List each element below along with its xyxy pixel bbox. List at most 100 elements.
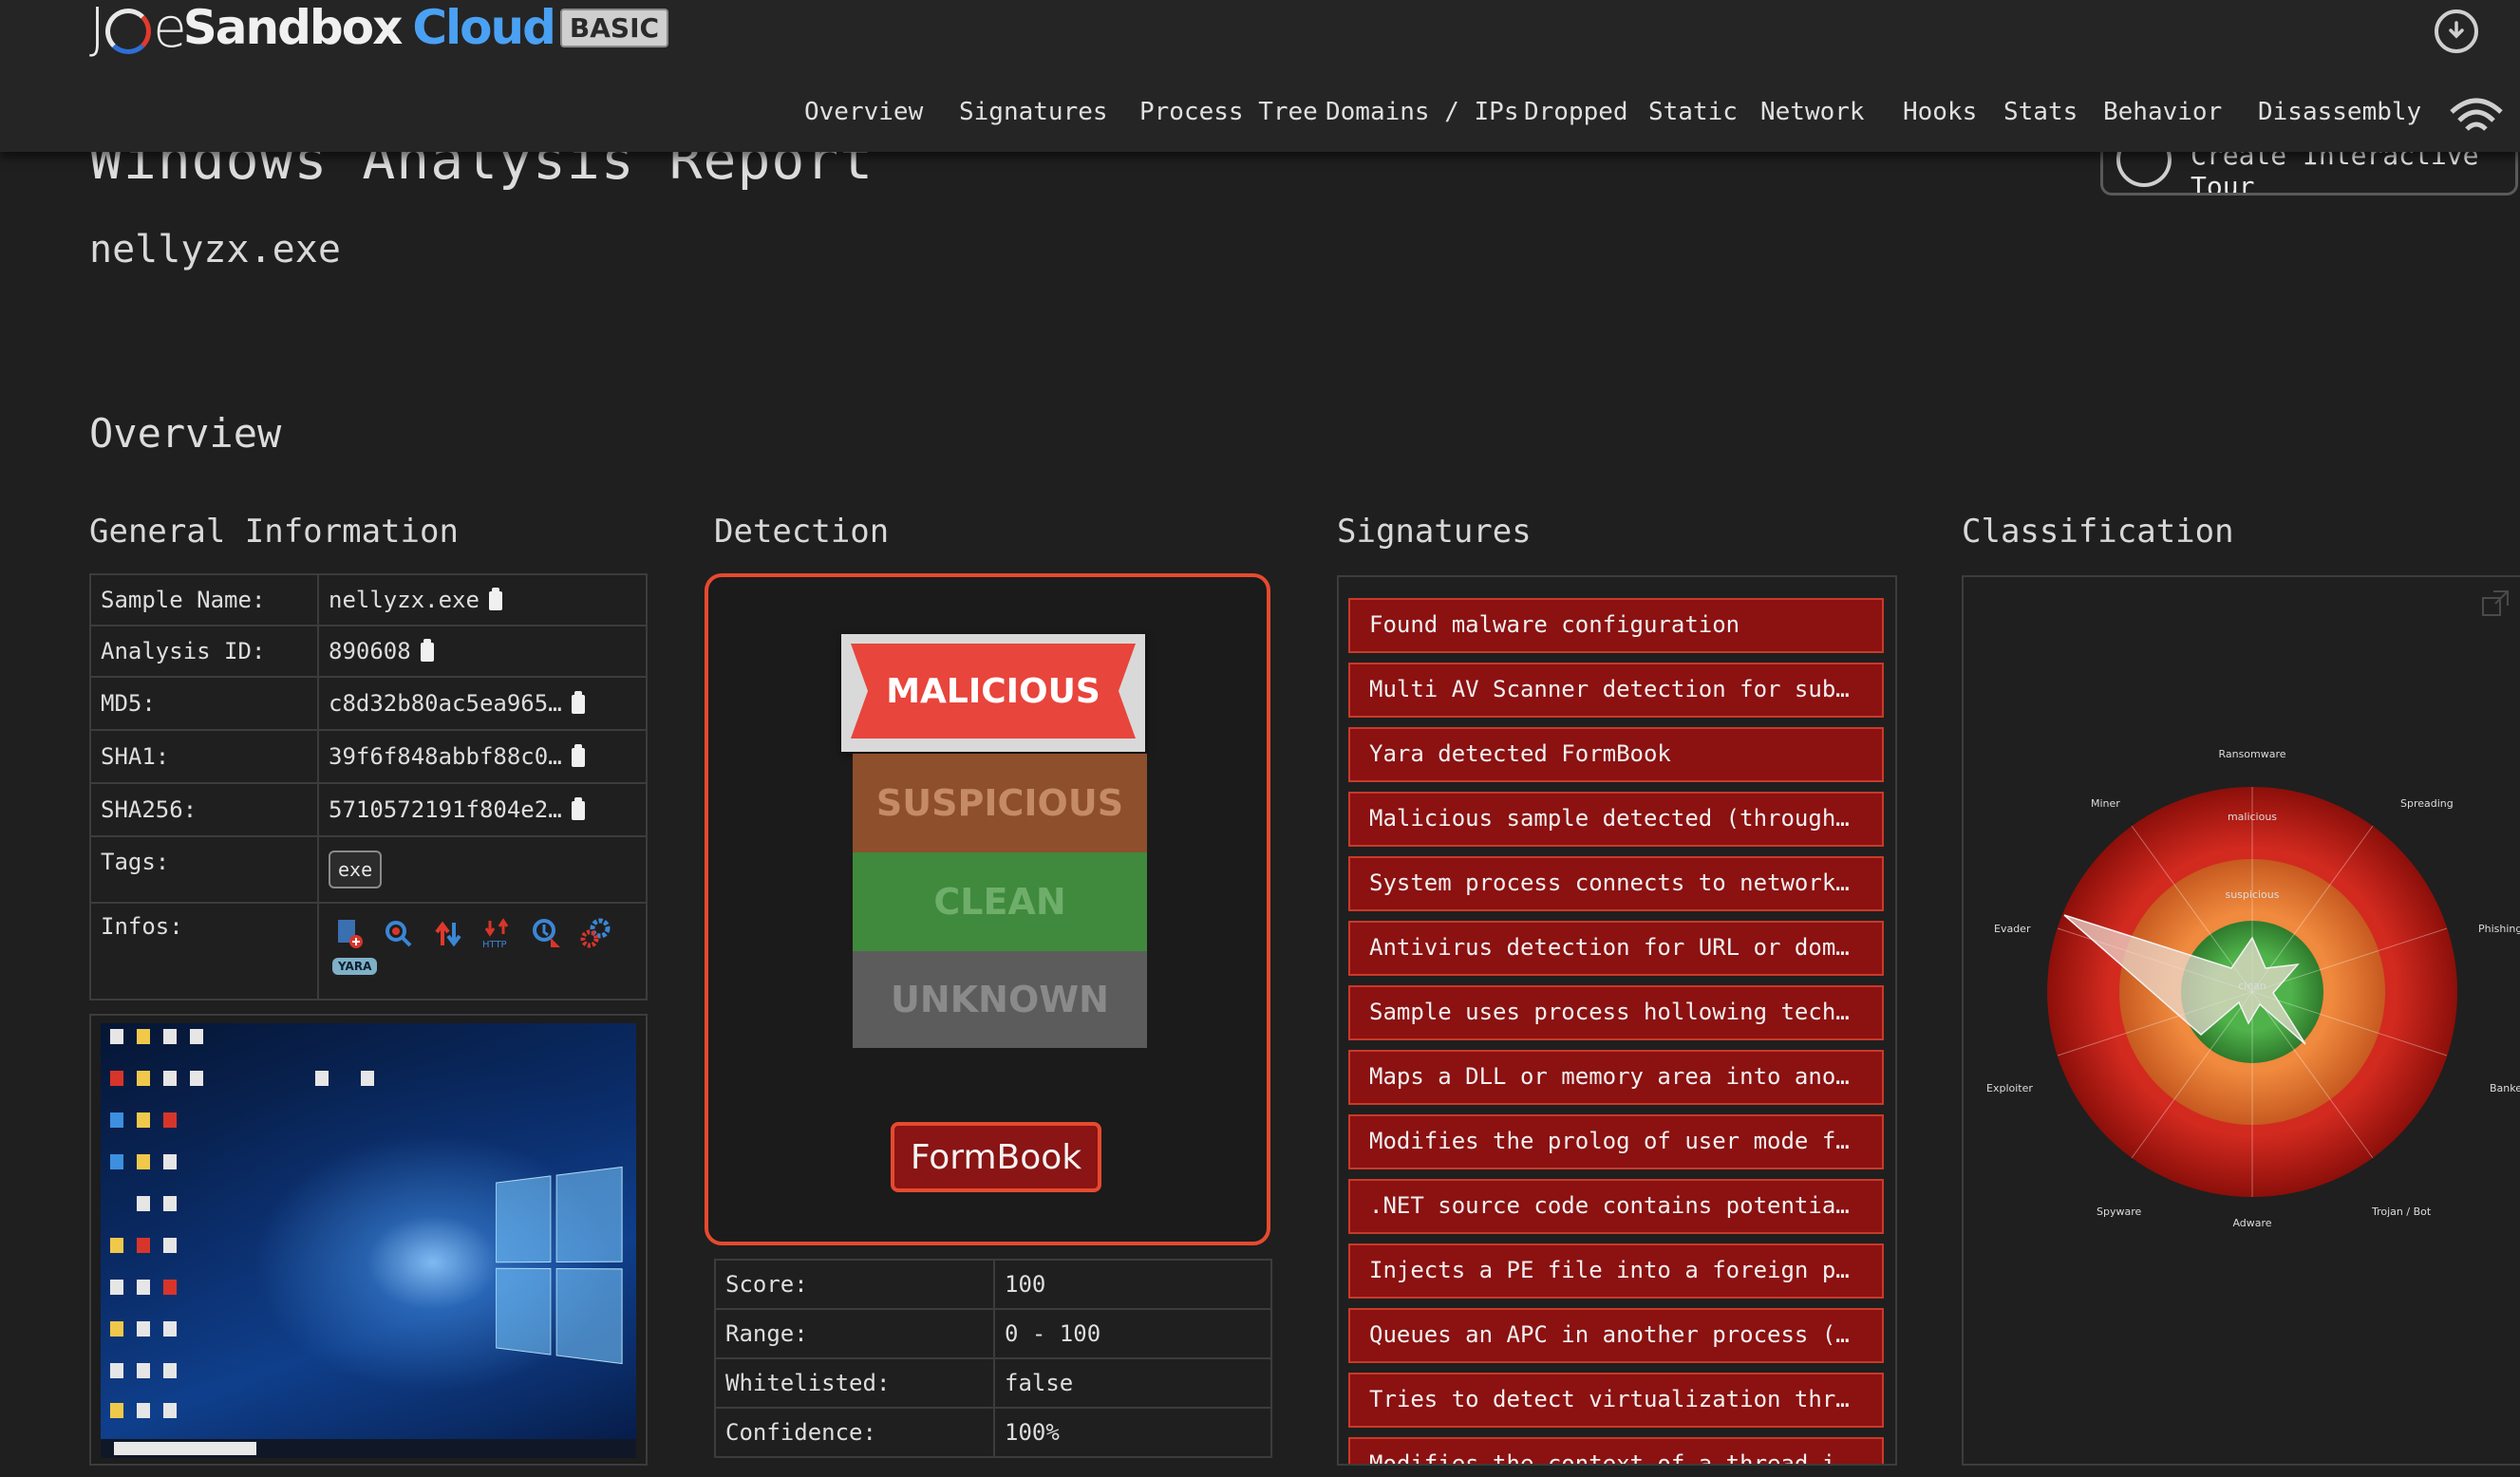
nav-dropped[interactable]: Dropped (1524, 98, 1628, 126)
desktop-icon (190, 1071, 203, 1086)
signature-item[interactable]: Modifies the prolog of user mode functi… (1348, 1114, 1884, 1169)
sample-screenshot[interactable] (89, 1014, 648, 1466)
clipboard-icon[interactable] (572, 748, 585, 767)
score-label: Score: (715, 1260, 994, 1309)
signatures-heading: Signatures (1337, 513, 1532, 551)
signature-item[interactable]: Tries to detect virtualization through … (1348, 1373, 1884, 1428)
magnifier-icon[interactable] (382, 917, 414, 949)
desktop-icon (137, 1112, 150, 1128)
alert-search-icon[interactable] (530, 917, 562, 949)
signature-item[interactable]: Malicious sample detected (through comm… (1348, 792, 1884, 847)
desktop-icon (110, 1403, 123, 1418)
nav-signatures[interactable]: Signatures (959, 98, 1108, 126)
signature-item[interactable]: Yara detected FormBook (1348, 727, 1884, 782)
nav-overview[interactable]: Overview (804, 98, 923, 126)
desktop-icon (137, 1403, 150, 1418)
table-row: Confidence: 100% (715, 1408, 1271, 1457)
desktop-icon (137, 1238, 150, 1253)
nav-domains-ips[interactable]: Domains / IPs (1326, 98, 1519, 126)
clipboard-icon[interactable] (421, 643, 434, 662)
expand-icon[interactable] (2480, 589, 2511, 619)
infos-label: Infos: (90, 903, 318, 1000)
desktop-icon (137, 1196, 150, 1211)
malicious-indicator-frame: MALICIOUS (841, 634, 1145, 752)
md5-cell: c8d32b80ac5ea965… (318, 677, 647, 730)
signature-item[interactable]: .NET source code contains potential unp… (1348, 1179, 1884, 1234)
clipboard-icon[interactable] (572, 801, 585, 820)
logo-sandbox-text: Sandbox (183, 0, 402, 55)
download-button[interactable] (2435, 9, 2478, 53)
desktop-icon (110, 1071, 123, 1086)
signature-item[interactable]: Injects a PE file into a foreign proces… (1348, 1243, 1884, 1299)
desktop-icon (137, 1071, 150, 1086)
clipboard-icon[interactable] (489, 591, 502, 610)
tag-exe[interactable]: exe (329, 851, 382, 888)
label-evader: Evader (1994, 923, 2031, 935)
desktop-icon (163, 1112, 177, 1128)
overview-heading: Overview (89, 410, 281, 457)
desktop-icon (163, 1403, 177, 1418)
range-value: 0 - 100 (994, 1309, 1271, 1358)
logo-cloud-text: Cloud (412, 0, 555, 55)
desktop-icon (315, 1071, 329, 1086)
tags-label: Tags: (90, 836, 318, 903)
desktop-icon (110, 1112, 123, 1128)
whitelisted-label: Whitelisted: (715, 1358, 994, 1408)
signature-item[interactable]: Found malware configuration (1348, 598, 1884, 653)
windows-desktop-screenshot (101, 1023, 636, 1458)
desktop-icon (163, 1196, 177, 1211)
infos-cell: HTTP YARA (318, 903, 647, 1000)
clean-level: CLEAN (853, 852, 1147, 951)
table-row: Whitelisted: false (715, 1358, 1271, 1408)
sha256-cell: 5710572191f804e2… (318, 783, 647, 836)
signature-item[interactable]: Queues an APC in another process (threa… (1348, 1308, 1884, 1363)
signatures-list[interactable]: Found malware configuration Multi AV Sca… (1337, 575, 1897, 1466)
table-row: Analysis ID: 890608 (90, 626, 647, 677)
ring-label-clean: clean (2238, 980, 2266, 992)
sha256-value: 5710572191f804e2… (329, 796, 562, 823)
table-row: SHA256: 5710572191f804e2… (90, 783, 647, 836)
tags-cell: exe (318, 836, 647, 903)
nav-static[interactable]: Static (1648, 98, 1738, 126)
desktop-icon (137, 1363, 150, 1378)
taskbar-search-box (114, 1442, 256, 1455)
nav-hooks[interactable]: Hooks (1903, 98, 1977, 126)
nav-stats[interactable]: Stats (2003, 98, 2078, 126)
signature-item[interactable]: Modifies the context of a thread in ano… (1348, 1437, 1884, 1466)
signature-item[interactable]: Antivirus detection for URL or domain (1348, 921, 1884, 976)
general-information-heading: General Information (89, 513, 459, 551)
joe-sandbox-logo[interactable]: Je Sandbox Cloud BASIC (89, 0, 668, 57)
desktop-icon (190, 1029, 203, 1044)
desktop-icon (110, 1238, 123, 1253)
windows-logo (496, 1167, 622, 1364)
clipboard-icon[interactable] (572, 695, 585, 714)
report-nav: Overview Signatures Process Tree Domains… (0, 98, 2520, 136)
signature-item[interactable]: Multi AV Scanner detection for submitte… (1348, 663, 1884, 718)
http-icon[interactable]: HTTP (480, 917, 513, 949)
desktop-icon (163, 1363, 177, 1378)
wifi-icon[interactable] (2446, 91, 2507, 140)
nav-disassembly[interactable]: Disassembly (2258, 98, 2421, 126)
upload-arrow-icon[interactable] (431, 917, 463, 949)
sha1-label: SHA1: (90, 730, 318, 783)
nav-process-tree[interactable]: Process Tree (1139, 98, 1318, 126)
label-exploiter: Exploiter (1986, 1082, 2033, 1094)
desktop-icon (163, 1238, 177, 1253)
table-row: MD5: c8d32b80ac5ea965… (90, 677, 647, 730)
desktop-icon (110, 1363, 123, 1378)
table-row: Range: 0 - 100 (715, 1309, 1271, 1358)
signature-item[interactable]: Maps a DLL or memory area into another … (1348, 1050, 1884, 1105)
nav-behavior[interactable]: Behavior (2103, 98, 2222, 126)
desktop-icon (163, 1154, 177, 1169)
gears-icon[interactable] (579, 917, 611, 949)
malware-family-badge[interactable]: FormBook (891, 1122, 1101, 1192)
classification-radar-chart[interactable]: Ransomware Spreading Phishing Banker Tro… (1964, 720, 2520, 1232)
signature-item[interactable]: Sample uses process hollowing technique (1348, 985, 1884, 1040)
signature-item[interactable]: System process connects to network (lik… (1348, 856, 1884, 911)
confidence-value: 100% (994, 1408, 1271, 1457)
document-add-icon[interactable] (332, 917, 365, 949)
nav-network[interactable]: Network (1760, 98, 1865, 126)
detection-heading: Detection (714, 513, 889, 551)
label-spyware: Spyware (2097, 1206, 2141, 1218)
desktop-icon (163, 1029, 177, 1044)
